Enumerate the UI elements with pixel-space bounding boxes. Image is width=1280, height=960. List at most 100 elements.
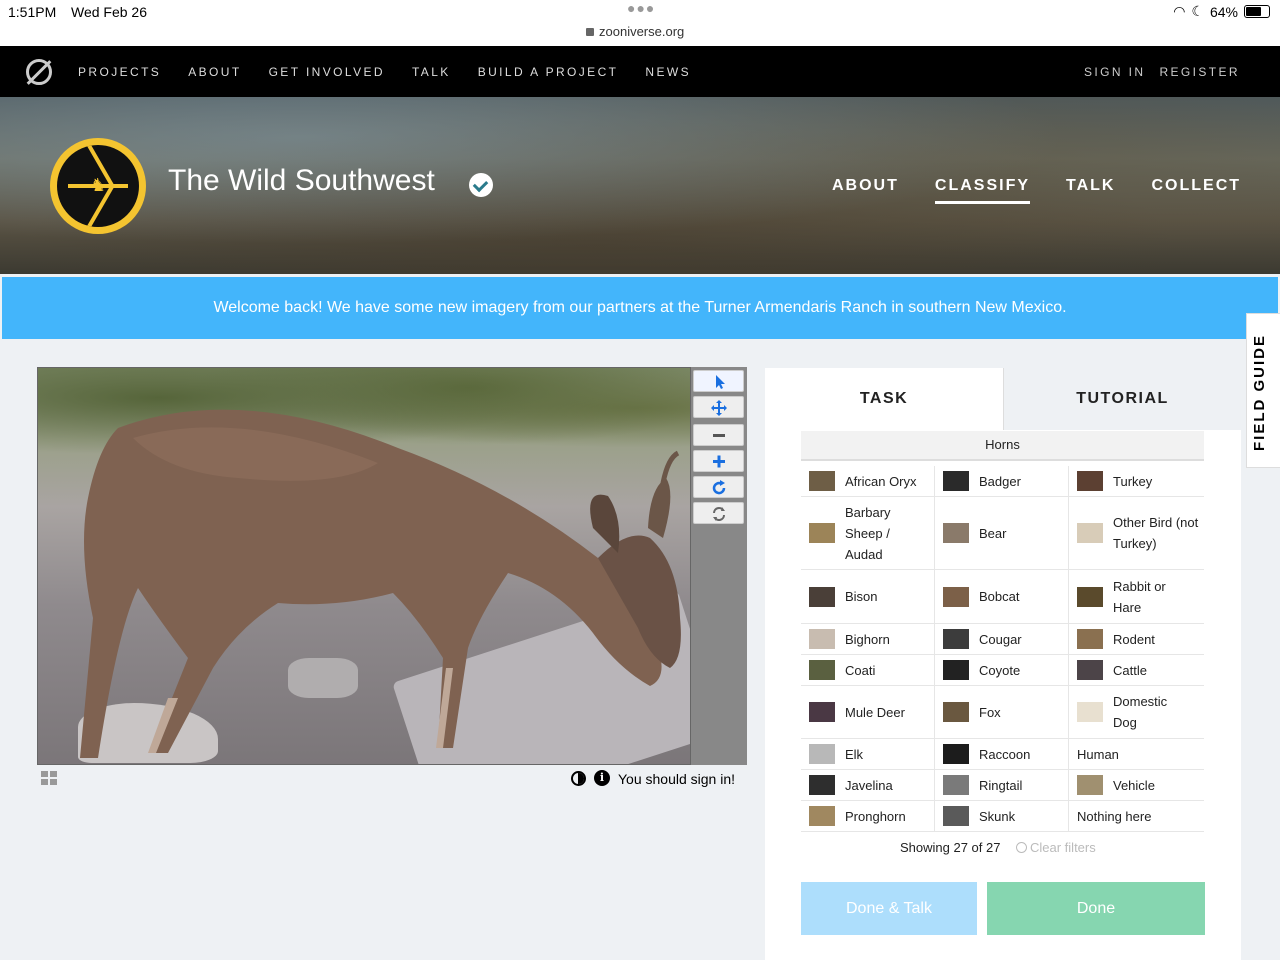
species-label: Nothing here [1077,808,1152,824]
project-tab-classify[interactable]: CLASSIFY [934,177,1031,204]
project-title[interactable]: The Wild Southwest [168,164,435,198]
species-choice[interactable]: Mule Deer [801,686,935,738]
species-choice[interactable]: Coyote [935,655,1069,685]
reset-button[interactable] [693,502,744,524]
move-button[interactable] [693,396,744,418]
species-choice[interactable]: Human [1069,739,1203,769]
more-dots-icon[interactable]: ●●● [627,0,655,16]
species-choice[interactable]: Vehicle [1069,770,1203,800]
species-thumbnail [809,702,835,722]
nav-get-involved[interactable]: GET INVOLVED [269,65,385,79]
species-choice[interactable]: African Oryx [801,466,935,496]
done-button[interactable]: Done [987,882,1205,935]
species-choice[interactable]: Ringtail [935,770,1069,800]
species-thumbnail [943,806,969,826]
species-row: Mule Deer Fox Domestic Dog [801,686,1204,739]
project-nav: ABOUT CLASSIFY TALK COLLECT [832,177,1277,204]
project-tab-collect[interactable]: COLLECT [1151,177,1241,204]
species-choice[interactable]: Bobcat [935,570,1069,623]
nav-about[interactable]: ABOUT [188,65,241,79]
species-choice[interactable]: Badger [935,466,1069,496]
species-label: African Oryx [845,473,917,489]
nav-projects[interactable]: PROJECTS [78,65,161,79]
lock-icon [586,28,594,36]
species-choice[interactable]: Cattle [1069,655,1203,685]
deer-icon: ♞ [90,175,107,195]
field-guide-tab[interactable]: FIELD GUIDE [1246,313,1280,468]
project-tab-talk[interactable]: TALK [1066,177,1115,204]
nav-news[interactable]: NEWS [645,65,691,79]
sign-in-link[interactable]: SIGN IN [1084,65,1145,79]
field-guide-label: FIELD GUIDE [1251,333,1268,451]
species-choice[interactable]: Turkey [1069,466,1203,496]
moon-icon: ☾ [1191,3,1204,19]
species-label: Turkey [1113,473,1153,489]
nav-build-project[interactable]: BUILD A PROJECT [478,65,619,79]
species-choice[interactable]: Rodent [1069,624,1203,654]
task-panel: TASK TUTORIAL Horns African Oryx Badger Tu… [765,368,1241,960]
species-choice[interactable]: Bison [801,570,935,623]
species-label: Skunk [979,808,1016,824]
species-choice[interactable]: Barbary Sheep / Audad [801,497,935,569]
project-avatar[interactable]: ♞ [50,138,146,234]
species-label: Ringtail [979,777,1023,793]
register-link[interactable]: REGISTER [1159,65,1240,79]
species-label: Badger [979,473,1021,489]
species-choice[interactable]: Raccoon [935,739,1069,769]
species-choice[interactable]: Elk [801,739,935,769]
species-thumbnail [1077,523,1103,543]
species-label: Human [1077,746,1119,762]
clear-filters-button[interactable]: Clear filters [1016,840,1096,855]
zoom-out-button[interactable] [693,424,744,446]
nav-talk[interactable]: TALK [412,65,451,79]
species-choice[interactable]: Bear [935,497,1069,569]
species-choice[interactable]: Javelina [801,770,935,800]
tab-tutorial[interactable]: TUTORIAL [1003,368,1241,430]
zoom-in-button[interactable] [693,450,744,472]
species-label: Vehicle [1113,777,1155,793]
project-tab-about[interactable]: ABOUT [832,177,899,204]
species-label: Rodent [1113,631,1155,647]
species-row: Bison Bobcat Rabbit or Hare [801,570,1204,624]
status-date: Wed Feb 26 [71,4,148,20]
species-thumbnail [943,523,969,543]
annotate-button[interactable] [693,370,744,392]
species-thumbnail [809,775,835,795]
site-nav: PROJECTS ABOUT GET INVOLVED TALK BUILD A… [0,46,1280,97]
species-choice[interactable]: Fox [935,686,1069,738]
species-thumbnail [943,702,969,722]
species-choice[interactable]: Pronghorn [801,801,935,831]
verified-check-icon [469,173,493,197]
species-choice[interactable]: Skunk [935,801,1069,831]
species-choice[interactable]: Bighorn [801,624,935,654]
species-thumbnail [1077,629,1103,649]
rotate-button[interactable] [693,476,744,498]
species-thumbnail [1077,660,1103,680]
species-row: Pronghorn Skunk Nothing here [801,801,1204,832]
viewer-toolbar [691,367,747,765]
grid-view-icon[interactable] [41,771,57,785]
species-thumbnail [943,629,969,649]
done-and-talk-button[interactable]: Done & Talk [801,882,977,935]
species-label: Javelina [845,777,893,793]
tab-task[interactable]: TASK [765,368,1003,430]
zooniverse-logo-icon[interactable] [26,59,52,85]
subject-image[interactable] [37,367,691,765]
species-choice[interactable]: Rabbit or Hare [1069,570,1203,623]
species-thumbnail [809,806,835,826]
address-bar[interactable]: zooniverse.org [586,24,684,39]
filter-horns[interactable]: Horns [801,431,1204,461]
species-choice[interactable]: Coati [801,655,935,685]
species-thumbnail [943,471,969,491]
auth-links: SIGN IN REGISTER [1070,65,1240,79]
species-label: Bear [979,525,1007,541]
contrast-icon[interactable] [571,771,586,786]
species-choice[interactable]: Nothing here [1069,801,1203,831]
species-choice[interactable]: Cougar [935,624,1069,654]
showing-count: Showing 27 of 27 [900,840,1001,855]
species-label: Bison [845,589,878,604]
project-header: ♞ The Wild Southwest ABOUT CLASSIFY TALK… [0,97,1280,274]
info-icon[interactable]: i [594,770,610,786]
species-choice[interactable]: Domestic Dog [1069,686,1203,738]
species-choice[interactable]: Other Bird (not Turkey) [1069,497,1203,569]
